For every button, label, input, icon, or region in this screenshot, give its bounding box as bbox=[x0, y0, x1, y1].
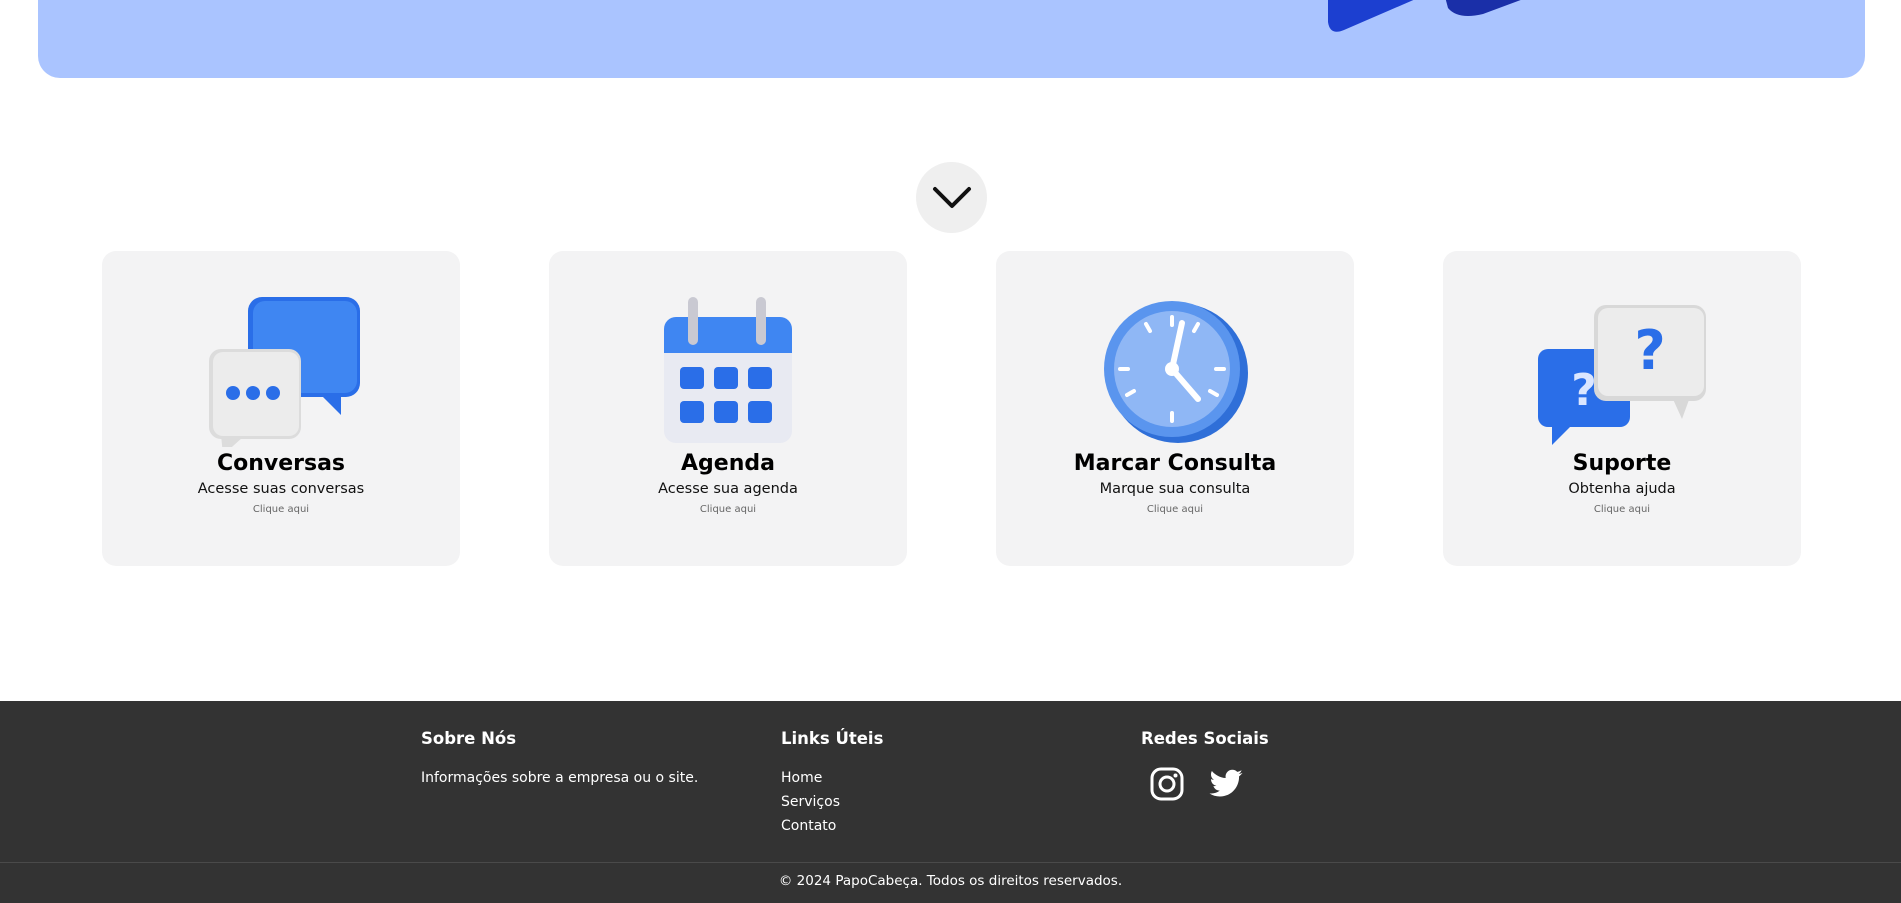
card-title: Marcar Consulta bbox=[1073, 451, 1277, 476]
chevron-down-icon bbox=[932, 186, 971, 208]
hero-illustration bbox=[1328, 0, 1521, 32]
footer-about-text: Informações sobre a empresa ou o site. bbox=[421, 770, 699, 786]
footer-links-title: Links Úteis bbox=[781, 729, 884, 748]
footer-link-home[interactable]: Home bbox=[781, 770, 822, 786]
card-link[interactable]: Clique aqui bbox=[1443, 504, 1801, 515]
card-marcar-consulta[interactable]: Marcar Consulta Marque sua consulta Cliq… bbox=[996, 251, 1354, 566]
card-title: Conversas bbox=[216, 451, 346, 476]
footer-social-title: Redes Sociais bbox=[1141, 729, 1269, 748]
card-conversas[interactable]: Conversas Acesse suas conversas Clique a… bbox=[102, 251, 460, 566]
card-description: Acesse sua agenda bbox=[658, 481, 798, 497]
footer-about-title: Sobre Nós bbox=[421, 729, 517, 748]
card-link[interactable]: Clique aqui bbox=[102, 504, 460, 515]
calendar-icon bbox=[664, 297, 792, 443]
card-agenda[interactable]: Agenda Acesse sua agenda Clique aqui bbox=[549, 251, 907, 566]
clock-icon bbox=[1104, 301, 1248, 443]
twitter-icon[interactable] bbox=[1207, 766, 1245, 806]
card-description: Acesse suas conversas bbox=[197, 481, 365, 497]
card-description: Marque sua consulta bbox=[1099, 481, 1251, 497]
footer-divider bbox=[0, 862, 1901, 863]
card-link[interactable]: Clique aqui bbox=[996, 504, 1354, 515]
footer: Sobre Nós Informações sobre a empresa ou… bbox=[0, 701, 1901, 903]
footer-link-servicos[interactable]: Serviços bbox=[781, 794, 840, 810]
card-link[interactable]: Clique aqui bbox=[549, 504, 907, 515]
footer-social: Redes Sociais bbox=[1141, 729, 1269, 806]
chat-bubbles-icon bbox=[209, 297, 360, 447]
card-description: Obtenha ajuda bbox=[1568, 481, 1676, 497]
footer-links: Links Úteis Home Serviços Contato bbox=[781, 729, 883, 838]
card-suporte[interactable]: ? ? Suporte Obtenha ajuda Clique aqui bbox=[1443, 251, 1801, 566]
scroll-down-button[interactable] bbox=[916, 162, 987, 233]
card-title: Suporte bbox=[1572, 451, 1672, 476]
instagram-icon[interactable] bbox=[1149, 766, 1185, 806]
svg-text:?: ? bbox=[1634, 319, 1665, 382]
card-title: Agenda bbox=[681, 451, 775, 476]
hero-banner bbox=[38, 0, 1865, 78]
copyright-text: © 2024 PapoCabeça. Todos os direitos res… bbox=[778, 873, 1123, 889]
footer-about: Sobre Nós Informações sobre a empresa ou… bbox=[421, 729, 698, 790]
question-bubbles-icon: ? ? bbox=[1538, 305, 1706, 445]
footer-link-contato[interactable]: Contato bbox=[781, 818, 836, 834]
svg-text:?: ? bbox=[1571, 365, 1597, 416]
